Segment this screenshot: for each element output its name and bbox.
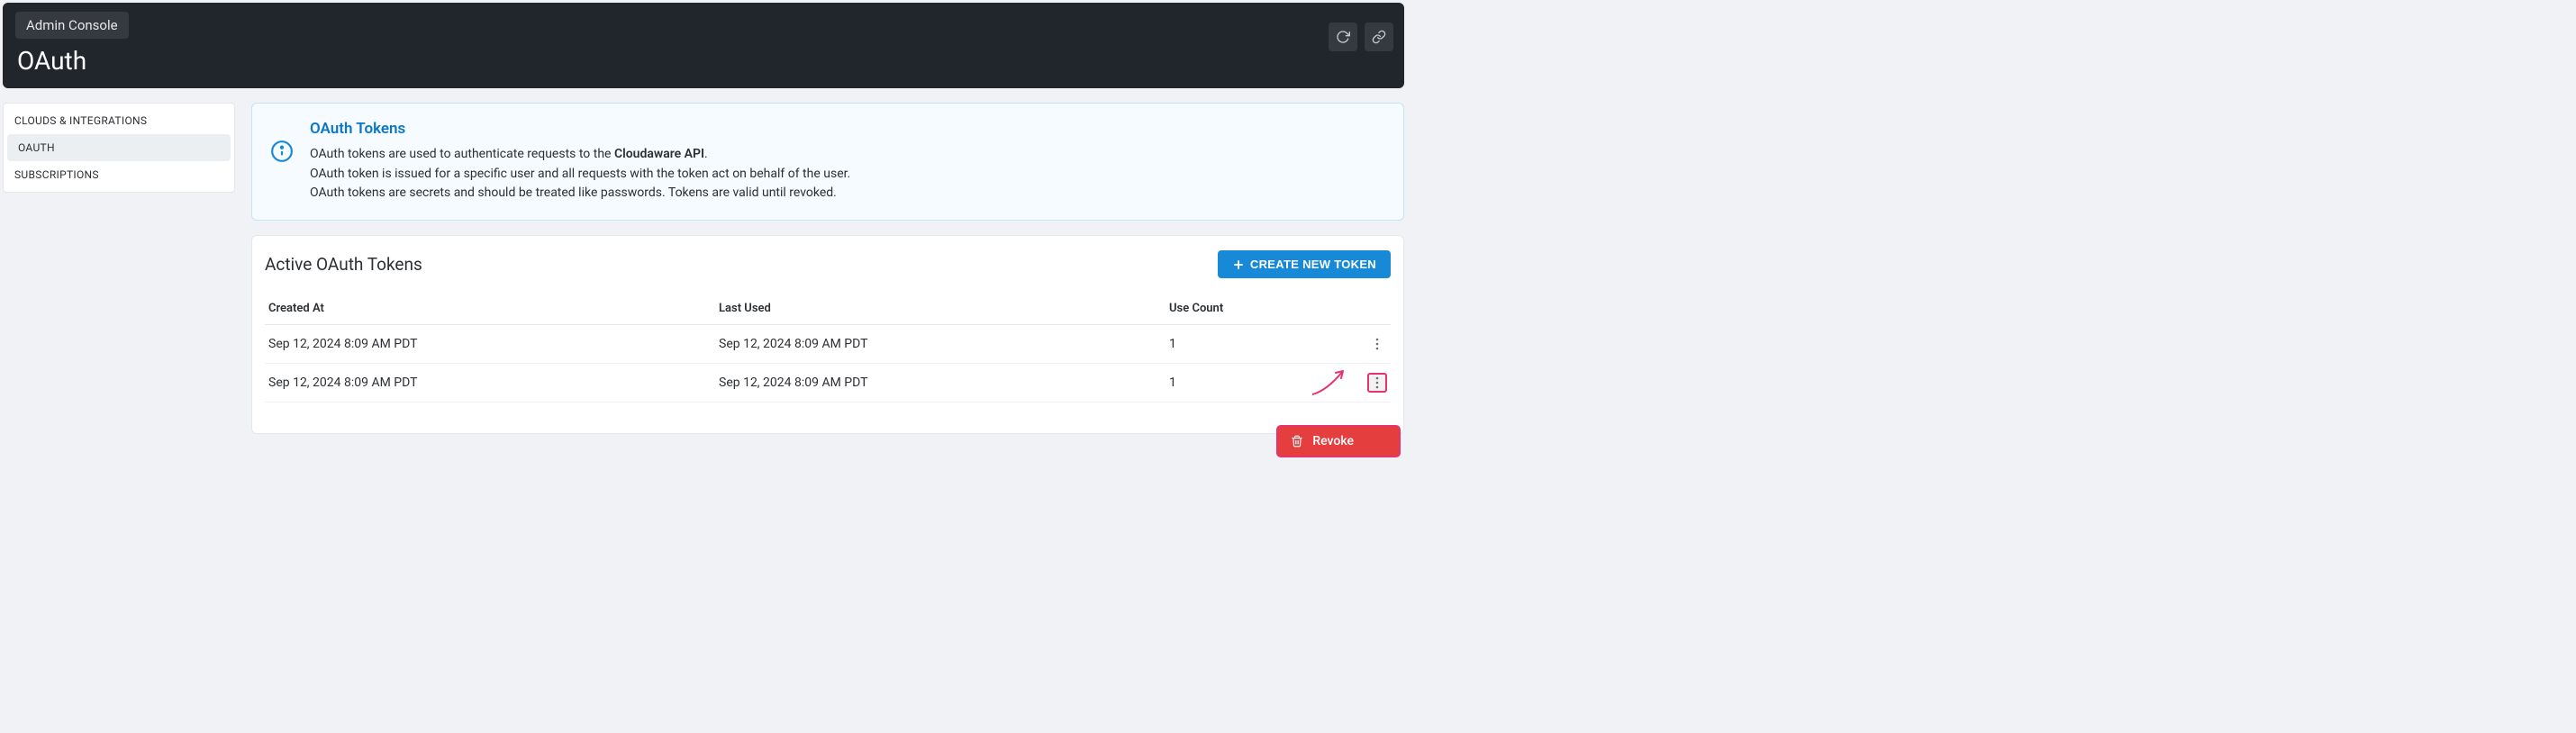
cell-created: Sep 12, 2024 8:09 AM PDT — [265, 325, 715, 364]
info-line3: OAuth tokens are secrets and should be t… — [310, 186, 837, 200]
sidebar-item-oauth[interactable]: OAUTH — [7, 134, 231, 161]
info-icon — [270, 140, 294, 163]
kebab-icon — [1375, 338, 1379, 350]
info-title: OAuth Tokens — [310, 120, 850, 138]
create-token-label: CREATE NEW TOKEN — [1250, 258, 1376, 271]
tokens-section-title: Active OAuth Tokens — [265, 254, 422, 275]
info-line1-bold: Cloudaware API — [614, 147, 704, 161]
col-header-last-used: Last Used — [715, 294, 1166, 325]
cell-last-used: Sep 12, 2024 8:09 AM PDT — [715, 364, 1166, 403]
revoke-label: Revoke — [1312, 434, 1354, 448]
link-icon — [1372, 30, 1386, 44]
sidebar-item-subscriptions[interactable]: SUBSCRIPTIONS — [4, 161, 234, 188]
refresh-button[interactable] — [1329, 23, 1357, 51]
sidebar-item-clouds-integrations[interactable]: CLOUDS & INTEGRATIONS — [4, 107, 234, 134]
col-header-use-count: Use Count — [1166, 294, 1335, 325]
trash-icon — [1291, 435, 1303, 448]
table-row: Sep 12, 2024 8:09 AM PDT Sep 12, 2024 8:… — [265, 364, 1391, 403]
info-line2: OAuth token is issued for a specific use… — [310, 167, 850, 181]
header-bar: Admin Console OAuth — [3, 3, 1404, 88]
tokens-card: Active OAuth Tokens CREATE NEW TOKEN Cre… — [251, 235, 1404, 434]
info-line1-post: . — [704, 147, 708, 161]
refresh-icon — [1336, 30, 1350, 44]
create-token-button[interactable]: CREATE NEW TOKEN — [1218, 250, 1391, 278]
link-button[interactable] — [1365, 23, 1393, 51]
row-actions-button[interactable] — [1367, 334, 1387, 354]
table-row: Sep 12, 2024 8:09 AM PDT Sep 12, 2024 8:… — [265, 325, 1391, 364]
cell-created: Sep 12, 2024 8:09 AM PDT — [265, 364, 715, 403]
col-header-created: Created At — [265, 294, 715, 325]
row-actions-button[interactable] — [1367, 373, 1387, 393]
cell-use-count: 1 — [1166, 325, 1335, 364]
plus-icon — [1232, 258, 1245, 271]
tokens-table: Created At Last Used Use Count Sep 12, 2… — [265, 294, 1391, 403]
cell-use-count: 1 — [1166, 364, 1335, 403]
revoke-menu-item[interactable]: Revoke — [1276, 425, 1401, 457]
page-title: OAuth — [17, 46, 1392, 76]
info-line1-pre: OAuth tokens are used to authenticate re… — [310, 147, 614, 161]
sidebar: CLOUDS & INTEGRATIONS OAUTH SUBSCRIPTION… — [3, 103, 235, 193]
info-body: OAuth tokens are used to authenticate re… — [310, 145, 850, 204]
info-panel: OAuth Tokens OAuth tokens are used to au… — [251, 103, 1404, 221]
cell-last-used: Sep 12, 2024 8:09 AM PDT — [715, 325, 1166, 364]
kebab-icon — [1375, 376, 1379, 389]
breadcrumb[interactable]: Admin Console — [15, 12, 129, 39]
